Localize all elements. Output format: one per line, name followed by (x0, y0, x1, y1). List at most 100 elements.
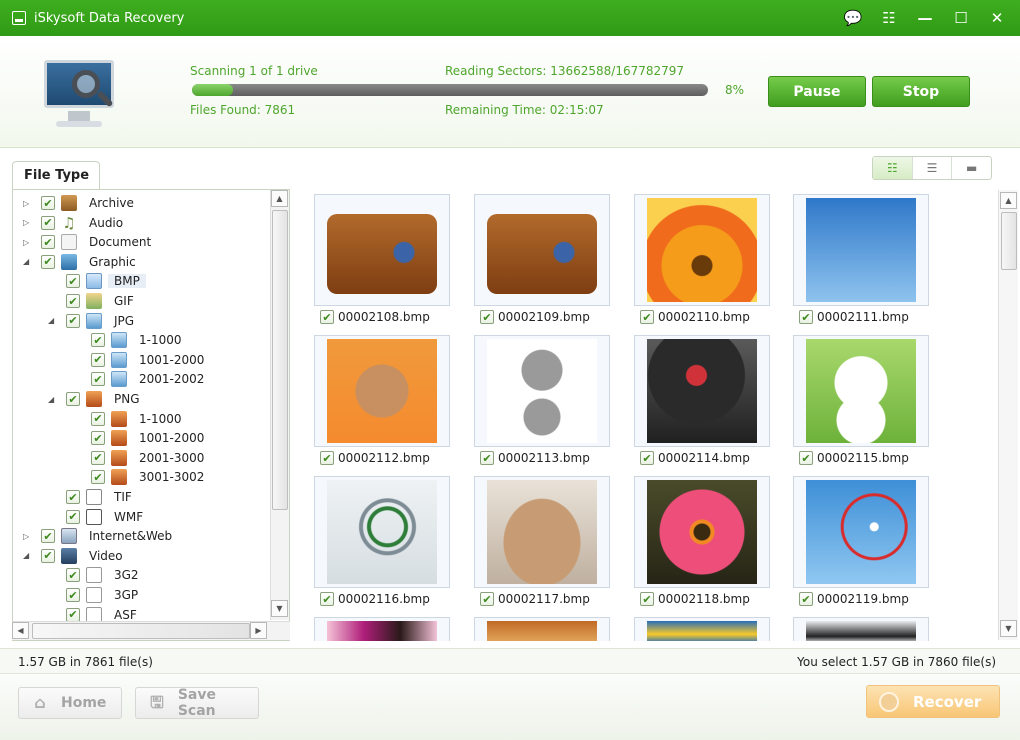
tree-item[interactable]: ✔ 3G2 (66, 565, 139, 585)
checkbox-checked-icon[interactable]: ✔ (91, 411, 105, 426)
tree-item[interactable]: ✔ BMP (66, 271, 146, 291)
expand-arrow-icon[interactable]: ▷ (23, 199, 33, 208)
checkbox-checked-icon[interactable]: ✔ (66, 607, 80, 622)
tree-item[interactable]: ◢ ✔ JPG (48, 311, 134, 331)
checkbox-checked-icon[interactable]: ✔ (66, 392, 80, 406)
feedback-icon[interactable]: 💬 (844, 9, 863, 27)
scroll-thumb[interactable] (1001, 212, 1017, 270)
checkbox-checked-icon[interactable]: ✔ (91, 352, 105, 367)
checkbox-checked-icon[interactable]: ✔ (640, 451, 654, 465)
tree-horizontal-scrollbar[interactable]: ◀ ▶ (12, 621, 290, 640)
grid-vertical-scrollbar[interactable]: ▲ ▼ (998, 190, 1018, 640)
scroll-up-icon[interactable]: ▲ (271, 190, 288, 207)
thumbnail-view-icon[interactable]: ☷ (873, 157, 913, 179)
tree-item[interactable]: ✔ 1-1000 (91, 330, 182, 350)
checkbox-checked-icon[interactable]: ✔ (320, 592, 334, 606)
list-view-icon[interactable]: ☰ (913, 157, 953, 179)
file-thumbnail[interactable]: ✔ 00002114.bmp (634, 335, 770, 473)
tree-vertical-scrollbar[interactable]: ▲ ▼ (270, 190, 289, 620)
scroll-down-icon[interactable]: ▼ (271, 600, 288, 617)
checkbox-checked-icon[interactable]: ✔ (66, 568, 80, 583)
checkbox-checked-icon[interactable]: ✔ (640, 592, 654, 606)
scroll-thumb[interactable] (272, 210, 288, 510)
expand-arrow-icon[interactable]: ▷ (23, 238, 33, 247)
checkbox-checked-icon[interactable]: ✔ (41, 215, 55, 230)
tree-item[interactable]: ✔ 3GP (66, 585, 138, 605)
file-thumbnail[interactable]: ✔ 00002111.bmp (793, 194, 929, 332)
scroll-left-icon[interactable]: ◀ (12, 622, 29, 639)
tree-item[interactable]: ◢ ✔ Graphic (23, 252, 136, 272)
expand-arrow-icon[interactable]: ▷ (23, 218, 33, 227)
checkbox-checked-icon[interactable]: ✔ (799, 451, 813, 465)
file-thumbnail[interactable] (793, 617, 929, 641)
checkbox-checked-icon[interactable]: ✔ (320, 310, 334, 324)
tree-item[interactable]: ▷ ✔ Archive (23, 193, 134, 213)
checkbox-checked-icon[interactable]: ✔ (41, 235, 55, 250)
register-icon[interactable]: ☷ (880, 9, 898, 27)
checkbox-checked-icon[interactable]: ✔ (66, 588, 80, 602)
collapse-arrow-icon[interactable]: ◢ (48, 316, 58, 325)
checkbox-checked-icon[interactable]: ✔ (41, 548, 55, 563)
collapse-arrow-icon[interactable]: ◢ (48, 395, 58, 404)
checkbox-checked-icon[interactable]: ✔ (41, 196, 55, 210)
file-thumbnail[interactable]: ✔ 00002109.bmp (474, 194, 610, 332)
tree-item[interactable]: ✔ WMF (66, 507, 143, 527)
tree-item[interactable]: ✔ 1001-2000 (91, 350, 204, 370)
checkbox-checked-icon[interactable]: ✔ (91, 431, 105, 446)
file-thumbnail[interactable]: ✔ 00002118.bmp (634, 476, 770, 614)
checkbox-checked-icon[interactable]: ✔ (799, 592, 813, 606)
checkbox-checked-icon[interactable]: ✔ (799, 310, 813, 324)
checkbox-checked-icon[interactable]: ✔ (66, 313, 80, 328)
file-thumbnail[interactable]: ✔ 00002110.bmp (634, 194, 770, 332)
stop-button[interactable]: Stop (872, 76, 970, 107)
scroll-down-icon[interactable]: ▼ (1000, 620, 1017, 637)
pause-button[interactable]: Pause (768, 76, 866, 107)
file-thumbnail[interactable] (634, 617, 770, 641)
scroll-right-icon[interactable]: ▶ (250, 622, 267, 639)
tree-item[interactable]: ✔ 1001-2000 (91, 428, 204, 448)
file-thumbnail[interactable]: ✔ 00002119.bmp (793, 476, 929, 614)
checkbox-checked-icon[interactable]: ✔ (480, 310, 494, 324)
checkbox-checked-icon[interactable]: ✔ (480, 592, 494, 606)
save-scan-button[interactable]: 🖫 Save Scan (135, 687, 259, 719)
file-thumbnail[interactable] (314, 617, 450, 641)
home-button[interactable]: ⌂ Home (18, 687, 122, 719)
collapse-arrow-icon[interactable]: ◢ (23, 257, 33, 266)
checkbox-checked-icon[interactable]: ✔ (320, 451, 334, 465)
checkbox-checked-icon[interactable]: ✔ (91, 450, 105, 465)
tree-item[interactable]: ✔ TIF (66, 487, 132, 507)
file-thumbnail[interactable]: ✔ 00002116.bmp (314, 476, 450, 614)
file-thumbnail[interactable]: ✔ 00002115.bmp (793, 335, 929, 473)
tab-file-type[interactable]: File Type (12, 161, 100, 189)
checkbox-checked-icon[interactable]: ✔ (41, 529, 55, 544)
checkbox-checked-icon[interactable]: ✔ (91, 372, 105, 387)
tree-item[interactable]: ✔ 2001-3000 (91, 448, 204, 468)
tree-item[interactable]: ✔ 1-1000 (91, 409, 182, 429)
checkbox-checked-icon[interactable]: ✔ (91, 470, 105, 485)
file-thumbnail[interactable]: ✔ 00002117.bmp (474, 476, 610, 614)
tree-item[interactable]: ✔ 2001-2002 (91, 369, 204, 389)
expand-arrow-icon[interactable]: ▷ (23, 532, 33, 541)
close-icon[interactable]: ✕ (988, 9, 1006, 27)
tree-item[interactable]: ▷ ✔ Document (23, 232, 151, 252)
tree-item[interactable]: ▷ ✔ Internet&Web (23, 526, 172, 546)
file-thumbnail[interactable]: ✔ 00002108.bmp (314, 194, 450, 332)
file-thumbnail[interactable]: ✔ 00002113.bmp (474, 335, 610, 473)
maximize-icon[interactable]: ☐ (952, 9, 970, 27)
checkbox-checked-icon[interactable]: ✔ (41, 254, 55, 269)
checkbox-checked-icon[interactable]: ✔ (480, 451, 494, 465)
checkbox-checked-icon[interactable]: ✔ (91, 333, 105, 348)
tree-item[interactable]: ✔ 3001-3002 (91, 467, 204, 487)
tree-item[interactable]: ▷ ✔ ♫ Audio (23, 213, 123, 233)
scroll-thumb[interactable] (32, 623, 250, 639)
checkbox-checked-icon[interactable]: ✔ (66, 490, 80, 504)
tree-item[interactable]: ◢ ✔ PNG (48, 389, 140, 409)
checkbox-checked-icon[interactable]: ✔ (66, 274, 80, 289)
collapse-arrow-icon[interactable]: ◢ (23, 551, 33, 560)
tree-item[interactable]: ✔ GIF (66, 291, 134, 311)
minimize-icon[interactable]: — (916, 9, 934, 27)
recover-button[interactable]: Recover (866, 685, 1000, 718)
checkbox-checked-icon[interactable]: ✔ (66, 509, 80, 524)
tree-item[interactable]: ◢ ✔ Video (23, 546, 123, 566)
checkbox-checked-icon[interactable]: ✔ (66, 294, 80, 308)
